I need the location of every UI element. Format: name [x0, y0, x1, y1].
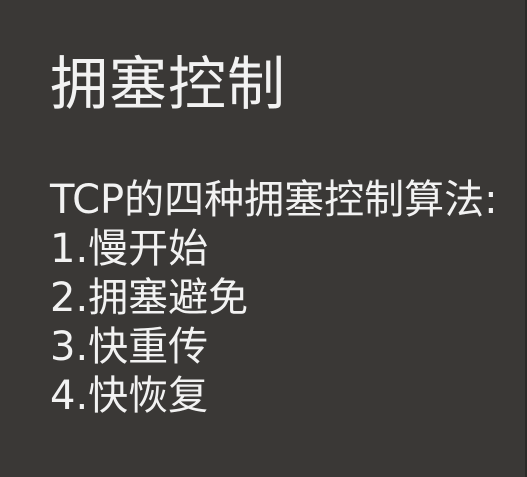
list-item: 4.快恢复 [50, 373, 209, 419]
list-item: 1.慢开始 [50, 226, 209, 272]
slide-subtitle: TCP的四种拥塞控制算法: [50, 177, 498, 223]
list-item: 2.拥塞避免 [50, 275, 249, 321]
slide-content: TCP的四种拥塞控制算法: 1.慢开始 2.拥塞避免 3.快重传 4.快恢复 [50, 176, 498, 421]
slide-title: 拥塞控制 [50, 50, 287, 118]
algorithm-list: 1.慢开始 2.拥塞避免 3.快重传 4.快恢复 [50, 225, 498, 421]
presentation-slide: 拥塞控制 TCP的四种拥塞控制算法: 1.慢开始 2.拥塞避免 3.快重传 4.… [0, 0, 527, 477]
list-item: 3.快重传 [50, 324, 209, 370]
